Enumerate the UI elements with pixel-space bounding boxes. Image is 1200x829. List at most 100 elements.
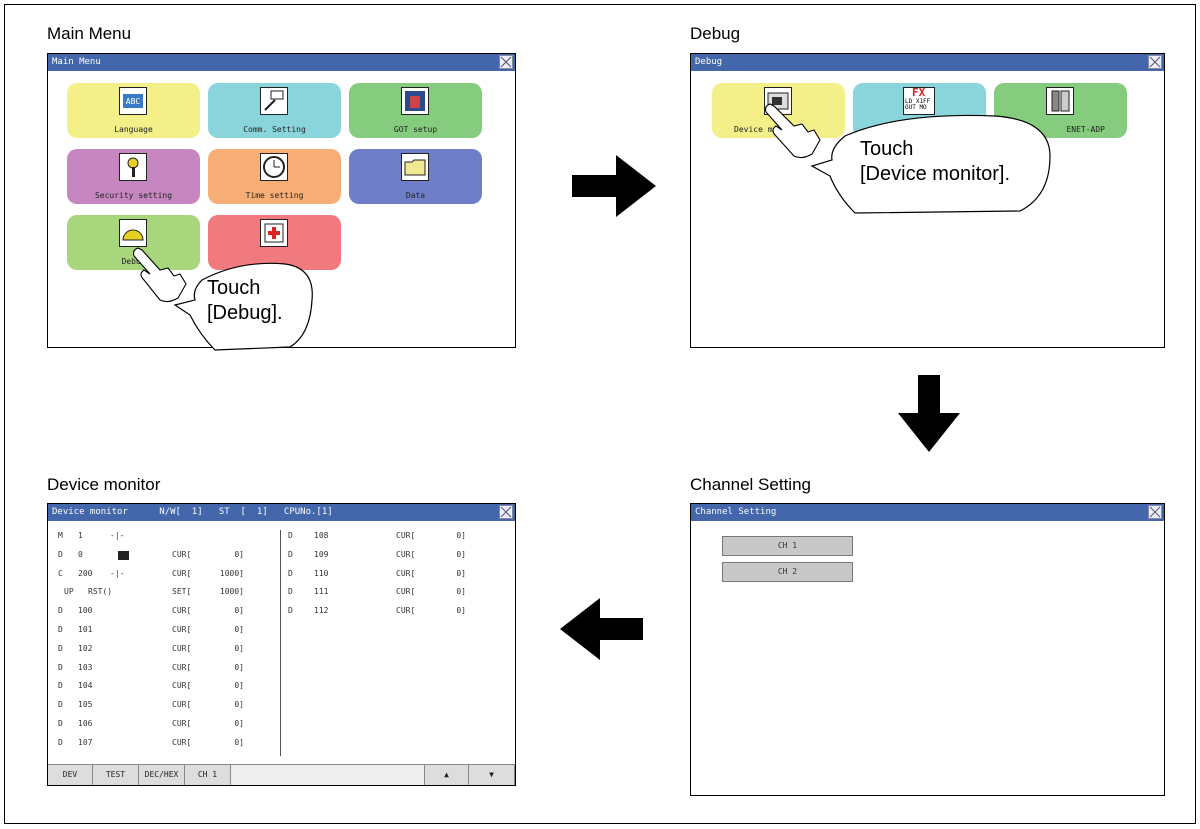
device-row[interactable]: M 1 -|- (48, 529, 278, 545)
device-list-left: M 1 -|- D 0 CUR[0] C 200 -|- CUR[1000] UP RST() SET[… (48, 529, 278, 769)
device-cell: 0] (456, 587, 466, 597)
device-cell: 102 (78, 643, 93, 653)
device-cell: 0] (234, 719, 244, 728)
device-cell: CUR[ (172, 719, 192, 728)
close-icon[interactable] (499, 505, 513, 519)
device-cell: 0] (456, 606, 466, 616)
device-cell: 0 (78, 549, 83, 559)
device-row[interactable]: D 109 CUR[0] (286, 548, 506, 564)
test-button[interactable]: TEST (93, 765, 139, 785)
device-cell: D (288, 606, 293, 616)
device-cell: D (58, 700, 63, 710)
device-cell: D (288, 531, 293, 540)
clock-icon (260, 153, 288, 181)
device-cell: 0] (234, 681, 244, 691)
device-cell: 110 (314, 568, 329, 578)
device-cell: -|- (110, 531, 125, 540)
close-icon[interactable] (499, 55, 513, 69)
tile-comm-setting[interactable]: Comm. Setting (208, 83, 341, 138)
close-icon[interactable] (1148, 505, 1162, 519)
device-monitor-titlebar: Device monitor N/W[ 1] ST [ 1] CPUNo.[1] (48, 504, 515, 521)
device-cell: D (58, 681, 63, 691)
dec-hex-button[interactable]: DEC/HEX (139, 765, 185, 785)
device-row[interactable]: D 100 CUR[0] (48, 604, 278, 620)
device-row[interactable]: D 104 CUR[ 0] (48, 679, 278, 695)
hand-pointer-icon (764, 103, 821, 159)
tile-time-setting[interactable]: Time setting (208, 149, 341, 204)
device-cell: RST() (88, 587, 113, 597)
device-row[interactable]: D 105 CUR[0] (48, 698, 278, 714)
device-cell: 0] (234, 606, 244, 616)
tile-security-setting[interactable]: Security setting (67, 149, 200, 204)
device-row[interactable]: D 107 CUR[0] (48, 736, 278, 752)
device-cell: 0] (234, 700, 244, 710)
device-cell: CUR[ (172, 643, 192, 653)
device-row[interactable]: D 108 CUR[0] (286, 529, 506, 545)
device-cell: 0] (456, 568, 466, 578)
hand-pointer-icon (132, 247, 187, 303)
device-list-right: D 108 CUR[0] D 109 CUR[0] D 110 CUR[0] D 111 CUR[0]… (286, 529, 506, 769)
device-cell: D (58, 643, 63, 653)
tile-data[interactable]: Data (349, 149, 482, 204)
device-row[interactable]: C 200 -|- CUR[1000] (48, 567, 278, 583)
scroll-down-button[interactable]: ▼ (469, 765, 515, 785)
device-cell: 0] (456, 531, 466, 540)
column-divider (280, 530, 281, 756)
device-monitor-screen: Device monitor N/W[ 1] ST [ 1] CPUNo.[1]… (47, 503, 516, 786)
device-cell: 100 (78, 606, 93, 616)
device-cell: 1000] (219, 568, 244, 578)
device-cell: 106 (78, 719, 93, 728)
device-cell: D (58, 606, 63, 616)
device-cell: 200 (78, 568, 93, 578)
device-cell: D (58, 549, 63, 559)
device-cell: M (58, 531, 63, 540)
device-row[interactable]: D 110 CUR[0] (286, 567, 506, 583)
device-cell: 0] (456, 549, 466, 559)
dev-button[interactable]: DEV (48, 765, 93, 785)
monitor-toolbar: DEV TEST DEC/HEX CH 1 ▲ ▼ (48, 764, 515, 785)
device-cell: 0] (234, 549, 244, 559)
device-cell: D (288, 587, 293, 597)
device-cell: 111 (314, 587, 329, 597)
device-row[interactable]: D 111 CUR[ 0] (286, 585, 506, 601)
folder-icon (401, 153, 429, 181)
device-row[interactable]: D 0 CUR[ 0] (48, 548, 278, 564)
device-cell: CUR[ (172, 625, 192, 634)
ch2-button[interactable]: CH 2 (722, 562, 853, 582)
selected-cell-marker[interactable] (118, 550, 129, 560)
arrow-down-icon (898, 375, 960, 452)
ch1-button[interactable]: CH 1 (722, 536, 853, 556)
device-cell: 0] (234, 662, 244, 672)
device-cell: CUR[ (172, 662, 192, 672)
device-cell: CUR[ (172, 549, 192, 559)
device-row[interactable]: D 102 CUR[0] (48, 642, 278, 658)
device-cell: 1 (78, 531, 83, 540)
device-row[interactable]: D 103 CUR[ 0] (48, 661, 278, 677)
tile-got-setup[interactable]: GOT setup (349, 83, 482, 138)
device-row[interactable]: UP RST() SET[1000] (48, 585, 278, 601)
caption-main-menu: Main Menu (47, 24, 132, 43)
device-row[interactable]: D 112 CUR[0] (286, 604, 506, 620)
device-cell: CUR[ (396, 606, 416, 616)
scroll-up-button[interactable]: ▲ (424, 765, 469, 785)
device-cell: CUR[ (396, 587, 416, 597)
device-cell: 104 (78, 681, 93, 691)
svg-text:ABC: ABC (126, 97, 141, 106)
tile-language[interactable]: ABC Language (67, 83, 200, 138)
plug-icon (260, 87, 288, 115)
device-row[interactable]: D 101 CUR[0] (48, 623, 278, 639)
caption-debug: Debug (690, 24, 741, 43)
arrow-right-icon (572, 155, 656, 217)
device-cell: SET[ (172, 587, 192, 597)
close-icon[interactable] (1148, 55, 1162, 69)
device-cell: 103 (78, 662, 93, 672)
ch1-channel-button[interactable]: CH 1 (185, 765, 231, 785)
device-cell: CUR[ (396, 568, 416, 578)
device-cell: CUR[ (172, 700, 192, 710)
device-cell: D (58, 737, 63, 747)
device-cell: CUR[ (172, 681, 192, 691)
network-station-info: N/W[ 1] ST [ 1] CPUNo.[1] (159, 507, 333, 517)
device-cell: CUR[ (396, 531, 416, 540)
device-row[interactable]: D 106 CUR[0] (48, 717, 278, 733)
device-cell: D (58, 662, 63, 672)
